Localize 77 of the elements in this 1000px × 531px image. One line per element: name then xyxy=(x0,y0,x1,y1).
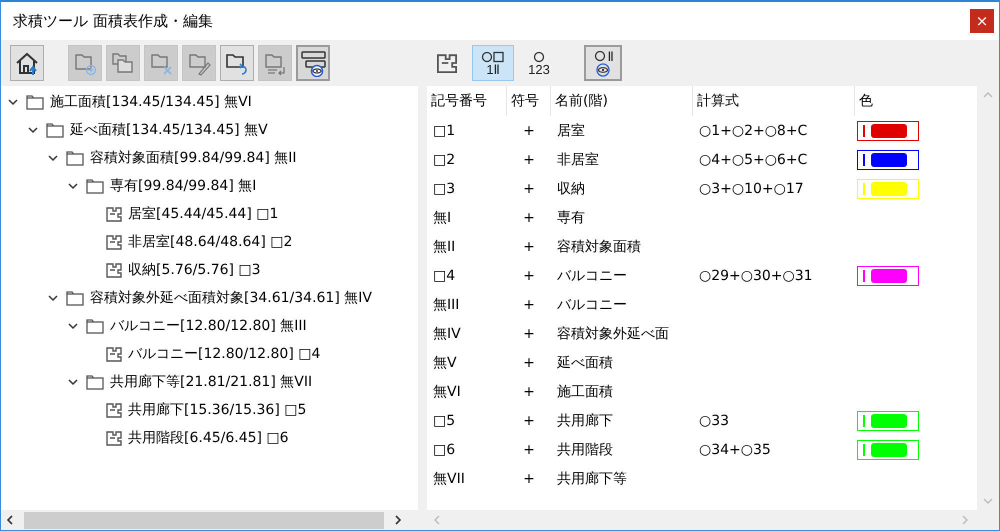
table-cell-text: ○33 xyxy=(698,412,730,430)
table-cell-text: + xyxy=(522,470,536,488)
table-cell-text: + xyxy=(522,266,536,286)
table-cell-text: 共用廊下等 xyxy=(556,470,628,488)
scroll-left-icon[interactable] xyxy=(6,515,14,525)
table-cell-text: 施工面積 xyxy=(556,382,614,402)
table-cell-text: 容積対象外延べ面 xyxy=(556,324,670,344)
window-title: 求積ツール 面積表作成・編集 xyxy=(13,12,213,30)
tree-item[interactable]: バルコニー[12.80/12.80] 無III xyxy=(110,317,307,335)
tree-item[interactable]: バルコニー[12.80/12.80] □4 xyxy=(128,345,320,363)
table-cell-text: 共用廊下 xyxy=(556,412,614,430)
table-cell-text: 無V xyxy=(432,354,458,372)
tree-item[interactable]: 容積対象外延べ面積対象[34.61/34.61] 無IV xyxy=(90,289,372,307)
tree-item[interactable]: 専有[99.84/99.84] 無I xyxy=(110,177,256,195)
toolbar-button[interactable] xyxy=(10,45,44,81)
view-toggle-icon xyxy=(299,49,327,77)
table-cell-text: 無VI xyxy=(432,382,462,402)
scroll-right-icon[interactable] xyxy=(394,515,402,525)
scroll-up-icon[interactable] xyxy=(983,92,993,98)
table-cell-text: + xyxy=(522,180,536,198)
table-cell-text: ○3+○10+○17 xyxy=(698,180,805,198)
tree-item[interactable]: 共用階段[6.45/6.45] □6 xyxy=(128,429,289,447)
table-cell-text: 共用階段 xyxy=(556,440,614,460)
table-cell-text: ○4+○5+○6+C xyxy=(698,150,808,170)
table-cell-text: ○29+○30+○31 xyxy=(698,266,814,286)
color-swatch[interactable] xyxy=(857,120,919,140)
table-cell-text: 無II xyxy=(432,238,456,256)
horizontal-scrollbar[interactable] xyxy=(1,510,418,530)
table-cell-text: 非居室 xyxy=(556,150,600,170)
table-cell-text: + xyxy=(522,324,536,344)
color-swatch[interactable] xyxy=(857,266,919,286)
table-cell-text: + xyxy=(522,354,536,372)
table-cell-text: + xyxy=(522,122,536,140)
table-cell-text: + xyxy=(522,412,536,430)
table-cell-text: + xyxy=(522,208,536,228)
table-cell-text: ○1+○2+○8+C xyxy=(698,122,808,140)
symbol-numeral-button[interactable]: 1Ⅱ xyxy=(472,45,514,81)
table-cell-text: バルコニー xyxy=(556,296,628,314)
symbol-eye-button[interactable]: Ⅱ xyxy=(584,45,622,81)
table-cell-text: □5 xyxy=(432,412,456,430)
table-cell-text: + xyxy=(522,382,536,402)
circle-icon xyxy=(592,50,606,62)
tree-item[interactable]: 容積対象面積[99.84/99.84] 無II xyxy=(90,149,297,167)
table-cell-text: 延べ面積 xyxy=(556,354,614,372)
circle-square-icon xyxy=(480,50,506,62)
close-button[interactable]: × xyxy=(970,9,994,33)
symbol-number-button[interactable]: 123 xyxy=(518,45,560,81)
table-cell-text: 収納 xyxy=(556,180,586,198)
tree-item[interactable]: 共用廊下[15.36/15.36] □5 xyxy=(128,401,306,419)
table-cell-text: □2 xyxy=(432,150,456,170)
color-swatch[interactable] xyxy=(857,150,919,170)
table-cell-text: 無IV xyxy=(432,324,462,344)
table-cell-text: + xyxy=(522,440,536,460)
table-cell-text: 容積対象面積 xyxy=(556,238,642,256)
table-cell-text: 無III xyxy=(432,296,460,314)
table-cell-text: 居室 xyxy=(556,122,586,140)
table-cell-text: + xyxy=(522,238,536,256)
tree-item[interactable]: 収納[5.76/5.76] □3 xyxy=(128,261,261,279)
scroll-down-icon[interactable] xyxy=(983,498,993,504)
table-cell-text: バルコニー xyxy=(556,266,628,286)
tree-item[interactable]: 延べ面積[134.45/134.45] 無V xyxy=(70,121,268,139)
table-cell-text: + xyxy=(522,296,536,314)
table-cell-text: □1 xyxy=(432,122,456,140)
tree-item[interactable]: 施工面積[134.45/134.45] 無VI xyxy=(50,93,252,111)
table-cell-text: □3 xyxy=(432,180,456,198)
table-cell-text: 無VII xyxy=(432,470,466,488)
table-cell-text: + xyxy=(522,150,536,170)
table-cell-text: 無I xyxy=(432,208,452,228)
toolbar-button[interactable] xyxy=(296,45,330,81)
table-cell-text: 専有 xyxy=(556,208,586,228)
tree-item[interactable]: 共用廊下等[21.81/21.81] 無VII xyxy=(110,373,312,391)
table-cell-text: ○34+○35 xyxy=(698,440,772,460)
table-cell-text: □4 xyxy=(432,266,456,286)
toolbar-button[interactable] xyxy=(220,45,254,81)
tree-item[interactable]: 居室[45.44/45.44] □1 xyxy=(128,205,278,223)
tree-item[interactable]: 非居室[48.64/48.64] □2 xyxy=(128,233,292,251)
table-cell-text: □6 xyxy=(432,440,456,460)
